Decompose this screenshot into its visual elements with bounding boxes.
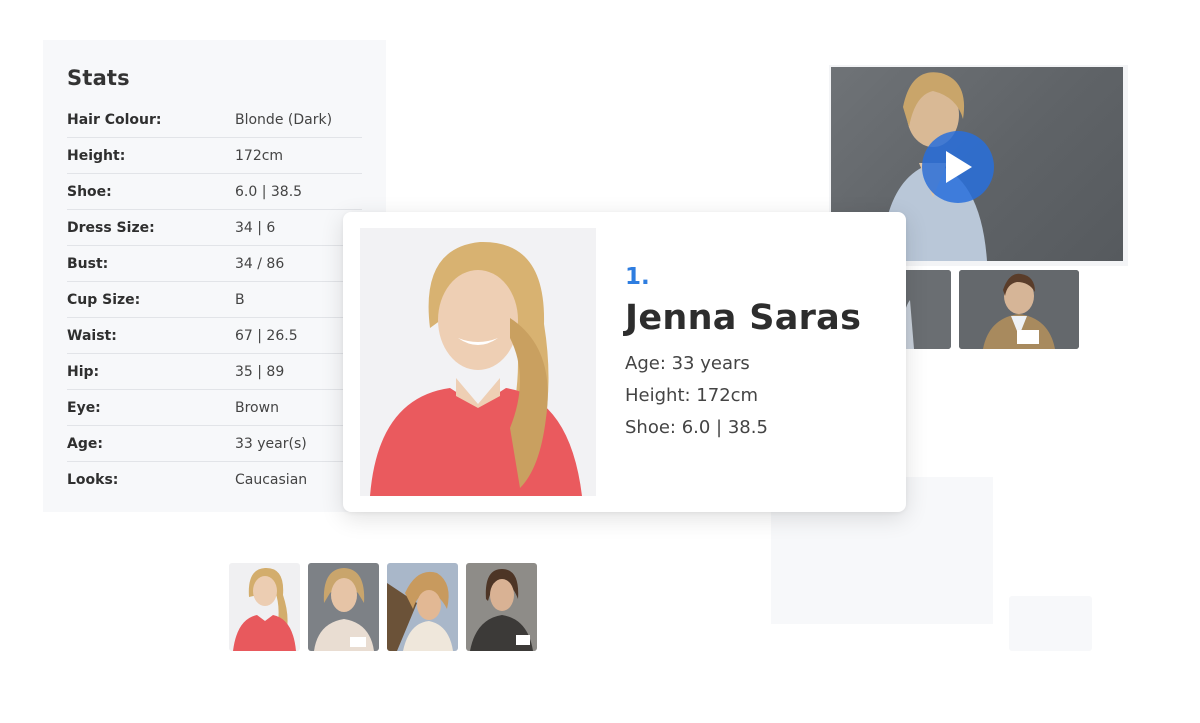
play-button[interactable] xyxy=(922,131,994,203)
stats-value: 6.0 | 38.5 xyxy=(235,183,303,200)
stats-title: Stats xyxy=(67,66,130,90)
stats-label: Age: xyxy=(67,435,103,452)
stats-value: 33 year(s) xyxy=(235,435,307,452)
gallery-thumb-1[interactable] xyxy=(229,563,300,651)
stats-value: B xyxy=(235,291,245,308)
stats-row: Cup Size: B xyxy=(67,282,362,318)
stats-row: Height: 172cm xyxy=(67,138,362,174)
stats-label: Cup Size: xyxy=(67,291,141,308)
stats-label: Shoe: xyxy=(67,183,112,200)
stats-value: Brown xyxy=(235,399,279,416)
stats-label: Hair Colour: xyxy=(67,111,162,128)
stats-row: Shoe: 6.0 | 38.5 xyxy=(67,174,362,210)
model-shoe: Shoe: 6.0 | 38.5 xyxy=(625,417,768,438)
stats-value: 34 / 86 xyxy=(235,255,285,272)
stats-row: Hair Colour: Blonde (Dark) xyxy=(67,102,362,138)
video-thumb-2[interactable] xyxy=(959,270,1079,349)
featured-model-card[interactable]: 1. Jenna Saras Age: 33 years Height: 172… xyxy=(343,212,906,512)
placeholder-block-small xyxy=(1009,596,1092,651)
thumb-image xyxy=(387,563,458,651)
thumb-image xyxy=(308,563,379,651)
stats-label: Bust: xyxy=(67,255,109,272)
model-info: 1. Jenna Saras Age: 33 years Height: 172… xyxy=(625,264,861,444)
thumb-image xyxy=(229,563,300,651)
stats-value: 35 | 89 xyxy=(235,363,285,380)
stats-row: Age: 33 year(s) xyxy=(67,426,362,462)
model-photo xyxy=(360,228,596,496)
model-photo-image xyxy=(360,228,596,496)
stats-row: Dress Size: 34 | 6 xyxy=(67,210,362,246)
stats-label: Looks: xyxy=(67,472,119,488)
stats-row: Looks: Caucasian xyxy=(67,462,362,498)
stats-value: 67 | 26.5 xyxy=(235,327,298,344)
gallery-thumb-2[interactable] xyxy=(308,563,379,651)
gallery-thumb-3[interactable] xyxy=(387,563,458,651)
gallery-thumb-4[interactable] xyxy=(466,563,537,651)
model-rank: 1. xyxy=(625,264,650,290)
model-age: Age: 33 years xyxy=(625,353,750,374)
stats-label: Height: xyxy=(67,147,126,164)
stats-list: Hair Colour: Blonde (Dark) Height: 172cm Sho… xyxy=(67,102,362,498)
model-height: Height: 172cm xyxy=(625,385,759,406)
stats-label: Hip: xyxy=(67,363,100,380)
stats-label: Dress Size: xyxy=(67,219,155,236)
stats-value: Caucasian xyxy=(235,472,308,488)
stats-row: Eye: Brown xyxy=(67,390,362,426)
thumb-image xyxy=(959,270,1079,349)
stats-label: Waist: xyxy=(67,327,117,344)
stats-row: Hip: 35 | 89 xyxy=(67,354,362,390)
stats-value: Blonde (Dark) xyxy=(235,111,333,128)
stats-value: 172cm xyxy=(235,147,284,164)
play-icon xyxy=(946,151,972,183)
stats-value: 34 | 6 xyxy=(235,219,276,236)
stats-row: Waist: 67 | 26.5 xyxy=(67,318,362,354)
stats-panel: Stats Hair Colour: Blonde (Dark) Height: 17… xyxy=(43,40,386,512)
stats-label: Eye: xyxy=(67,399,101,416)
thumb-image xyxy=(466,563,537,651)
stats-row: Bust: 34 / 86 xyxy=(67,246,362,282)
model-name[interactable]: Jenna Saras xyxy=(625,298,861,338)
